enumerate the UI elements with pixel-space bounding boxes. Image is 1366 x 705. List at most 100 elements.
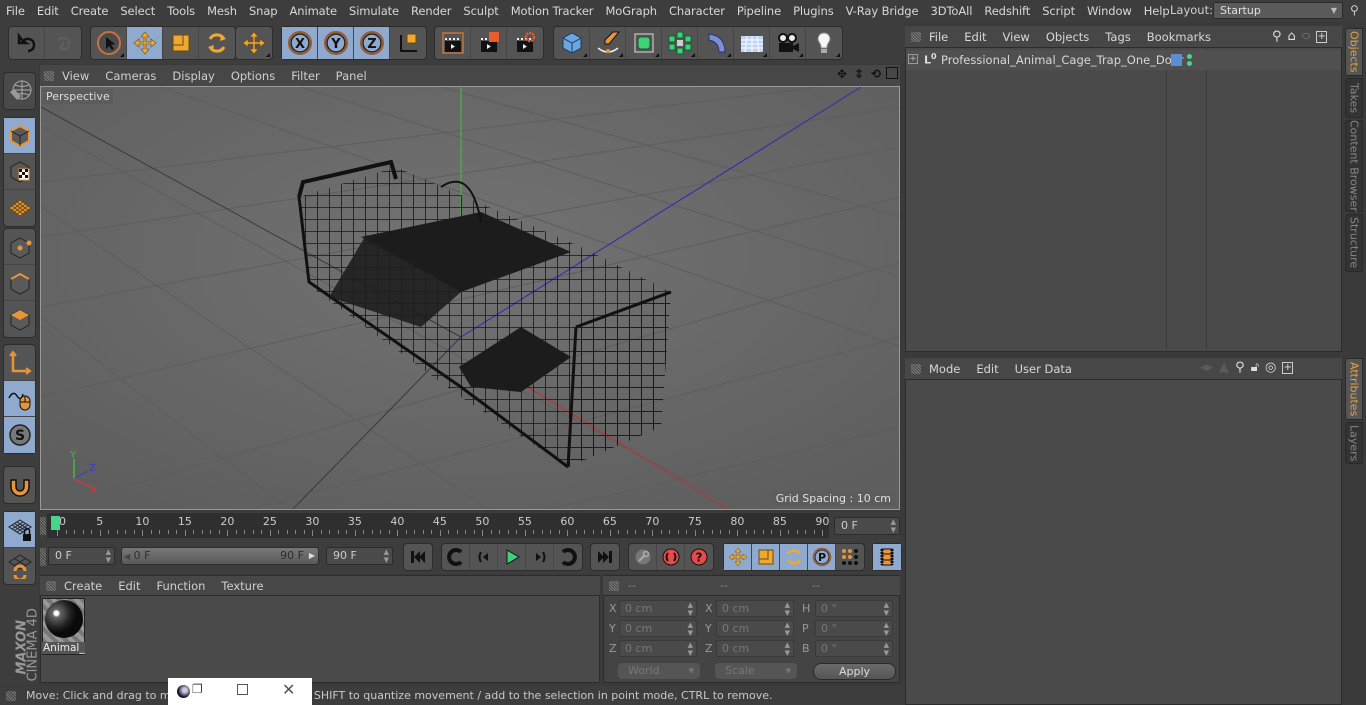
render-view-button[interactable] — [435, 27, 471, 59]
last-tool-button[interactable] — [236, 27, 272, 59]
coordinate-system-button[interactable] — [390, 27, 426, 59]
snapping-button[interactable] — [4, 467, 35, 503]
menu-file[interactable]: File — [0, 4, 31, 18]
viewport-menu-view[interactable]: View — [54, 69, 97, 83]
goto-end-button[interactable] — [591, 544, 619, 570]
texture-mode-button[interactable] — [4, 154, 35, 190]
pos-x-field[interactable]: 0 cm ▲ ▼ — [619, 600, 697, 617]
menu-vray-bridge[interactable]: V-Ray Bridge — [840, 4, 925, 18]
new-panel-icon[interactable]: + — [1282, 361, 1294, 374]
menu-snap[interactable]: Snap — [243, 4, 284, 18]
play-button[interactable] — [498, 544, 526, 570]
up-arrow-icon[interactable]: ▲ — [1219, 360, 1229, 375]
axis-mode-button[interactable] — [4, 345, 35, 381]
menu-create[interactable]: Create — [65, 4, 115, 18]
menu-render[interactable]: Render — [405, 4, 457, 18]
zoom-view-icon[interactable]: ⇕ — [852, 67, 866, 81]
timeline-ruler[interactable]: 0 5 10 15 20 25 30 35 40 45 50 55 60 65 70 75 80 85 90 — [47, 513, 829, 538]
viewport-menu-filter[interactable]: Filter — [283, 69, 327, 83]
menu-motion-tracker[interactable]: Motion Tracker — [505, 4, 600, 18]
next-key-button[interactable] — [554, 544, 582, 570]
points-mode-button[interactable] — [4, 229, 35, 265]
menu-window[interactable]: Window — [1081, 4, 1138, 18]
menu-edit[interactable]: Edit — [31, 4, 65, 18]
pos-y-field[interactable]: 0 cm ▲ ▼ — [619, 620, 697, 637]
home-icon[interactable]: ⌂ — [1288, 29, 1296, 44]
record-active-objects-button[interactable] — [629, 544, 657, 570]
object-menu-edit[interactable]: Edit — [956, 30, 994, 44]
menu-pipeline[interactable]: Pipeline — [731, 4, 787, 18]
3d-viewport[interactable]: Y Z X Perspective Grid Spacing : 10 cm — [40, 86, 900, 510]
panel-grip[interactable] — [46, 580, 56, 591]
current-frame-field[interactable]: 0 F ▲ ▼ — [834, 517, 900, 535]
attr-menu-edit[interactable]: Edit — [968, 362, 1006, 376]
rot-b-field[interactable]: 0 ° ▲ ▼ — [815, 640, 893, 657]
menu-simulate[interactable]: Simulate — [343, 4, 405, 18]
tab-layers[interactable]: Layers — [1345, 422, 1363, 464]
key-point-level-button[interactable] — [836, 544, 864, 570]
end-frame-field[interactable]: 90 F ▲ ▼ — [326, 547, 393, 565]
size-mode-dropdown[interactable]: Scale ▼ — [715, 663, 797, 679]
search-icon[interactable]: ⚲ — [1235, 360, 1245, 375]
rot-h-field[interactable]: 0 ° ▲ ▼ — [815, 600, 893, 617]
undo-button[interactable] — [9, 27, 45, 59]
next-frame-button[interactable] — [526, 544, 554, 570]
cloner-button[interactable] — [662, 27, 698, 59]
coordinate-space-dropdown[interactable]: World ▼ — [618, 663, 700, 679]
timeline-grip[interactable] — [40, 517, 46, 535]
range-left-arrow-icon[interactable]: ◀ — [124, 552, 130, 561]
redo-button[interactable] — [45, 27, 81, 59]
bend-deformer-button[interactable] — [698, 27, 734, 59]
layout-dropdown[interactable]: Startup ▼ — [1213, 2, 1343, 19]
layer-color-swatch[interactable] — [1171, 54, 1182, 66]
search-icon[interactable]: ⚲ — [1272, 29, 1282, 44]
viewport-menu-cameras[interactable]: Cameras — [97, 69, 164, 83]
menu-script[interactable]: Script — [1036, 4, 1081, 18]
keyframe-selection-button[interactable]: ? — [685, 544, 713, 570]
attr-menu-mode[interactable]: Mode — [921, 362, 968, 376]
menu-mograph[interactable]: MoGraph — [599, 4, 663, 18]
timeline-window-button[interactable] — [873, 544, 901, 570]
object-name[interactable]: Professional_Animal_Cage_Trap_One_Door — [941, 53, 1184, 67]
close-icon[interactable]: ✕ — [282, 680, 295, 699]
tweak-mode-button[interactable] — [4, 381, 35, 417]
material-name[interactable]: Animal_ — [42, 642, 85, 654]
panel-grip[interactable] — [44, 70, 54, 81]
workplane-mode-button[interactable] — [4, 190, 35, 226]
tab-structure[interactable]: Structure — [1345, 214, 1363, 272]
pen-button[interactable] — [590, 27, 626, 59]
tab-objects[interactable]: Objects — [1345, 28, 1363, 76]
material-menu-create[interactable]: Create — [56, 579, 110, 593]
x-axis-button[interactable]: X — [282, 27, 318, 59]
tab-takes[interactable]: Takes — [1345, 78, 1363, 118]
rotate-view-icon[interactable]: ⟲ — [869, 67, 883, 81]
start-frame-field[interactable]: 0 F ▲ ▼ — [48, 547, 115, 565]
viewport-menu-panel[interactable]: Panel — [328, 69, 375, 83]
camera-label[interactable]: Perspective — [43, 89, 113, 104]
goto-start-button[interactable] — [404, 544, 432, 570]
pos-z-field[interactable]: 0 cm ▲ ▼ — [619, 640, 697, 657]
light-button[interactable] — [806, 27, 842, 59]
restore-icon[interactable]: ❐ — [192, 682, 203, 696]
panel-grip[interactable] — [911, 31, 921, 42]
rot-p-field[interactable]: 0 ° ▲ ▼ — [815, 620, 893, 637]
rotate-tool-button[interactable] — [199, 27, 235, 59]
panel-grip[interactable] — [609, 580, 619, 591]
toggle-visibility-icon[interactable]: ⬭ — [1302, 31, 1311, 42]
object-menu-file[interactable]: File — [921, 30, 956, 44]
size-x-field[interactable]: 0 cm ▲ ▼ — [716, 600, 794, 617]
apply-button[interactable]: Apply — [813, 663, 896, 680]
menu-sculpt[interactable]: Sculpt — [457, 4, 504, 18]
menu-animate[interactable]: Animate — [284, 4, 344, 18]
move-tool-button[interactable] — [127, 27, 163, 59]
previous-frame-button[interactable] — [470, 544, 498, 570]
menu-plugins[interactable]: Plugins — [787, 4, 840, 18]
key-position-button[interactable] — [724, 544, 752, 570]
render-settings-button[interactable] — [507, 27, 543, 59]
menu-tools[interactable]: Tools — [161, 4, 201, 18]
target-icon[interactable]: ◎ — [1265, 360, 1276, 375]
polygons-mode-button[interactable] — [4, 301, 35, 337]
object-menu-bookmarks[interactable]: Bookmarks — [1139, 30, 1219, 44]
menu-select[interactable]: Select — [114, 4, 161, 18]
key-scale-button[interactable] — [752, 544, 780, 570]
